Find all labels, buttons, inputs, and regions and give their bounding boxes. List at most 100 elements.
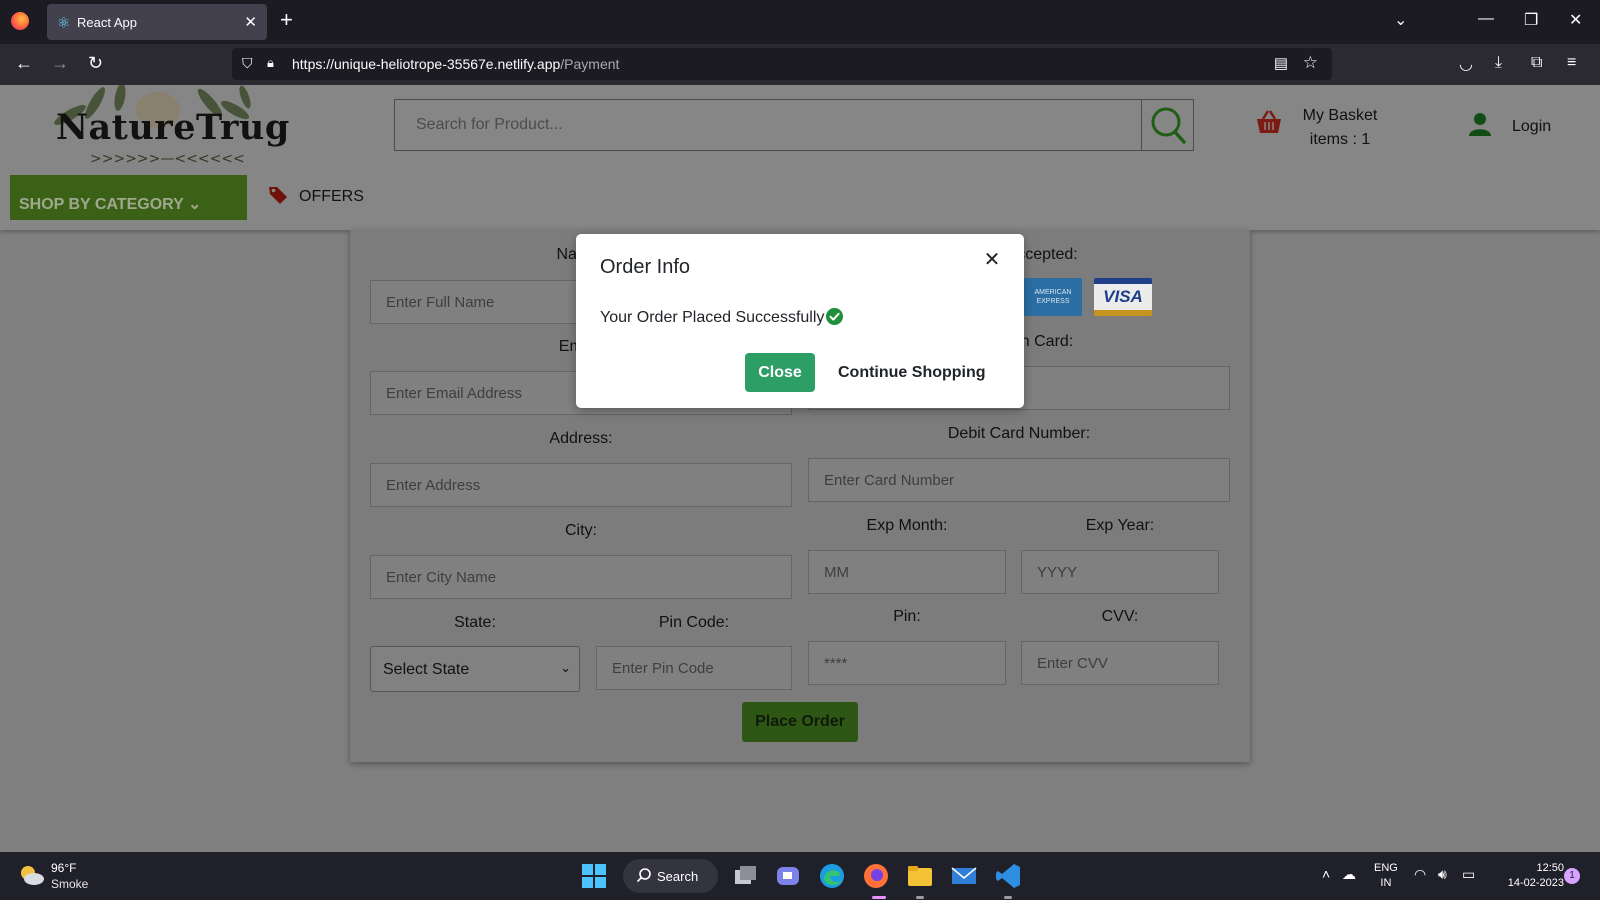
close-window-icon[interactable]: ✕ bbox=[1569, 10, 1582, 30]
address-label: Address: bbox=[549, 430, 613, 447]
search-icon bbox=[1151, 107, 1186, 144]
pocket-icon[interactable]: ◡ bbox=[1459, 54, 1473, 74]
order-info-modal: Order Info ✕ Your Order Placed Successfu… bbox=[576, 234, 1024, 408]
downloads-icon[interactable]: ⤓ bbox=[1495, 54, 1502, 72]
running-app-indicator bbox=[1004, 896, 1012, 899]
address-input[interactable]: Enter Address bbox=[370, 463, 792, 507]
volume-icon[interactable]: 🔊︎ bbox=[1438, 866, 1447, 883]
pin-code-label: Pin Code: bbox=[658, 614, 730, 631]
login-link[interactable]: Login bbox=[1512, 118, 1551, 136]
weather-temperature[interactable]: 96°F bbox=[51, 861, 76, 875]
task-view-icon[interactable] bbox=[731, 862, 759, 890]
back-icon[interactable]: ← bbox=[15, 53, 33, 74]
mail-icon[interactable] bbox=[950, 862, 978, 890]
shield-icon[interactable]: ⛉ bbox=[242, 55, 253, 72]
close-tab-icon[interactable]: ✕ bbox=[244, 13, 257, 31]
state-select[interactable]: Select State ⌄ bbox=[370, 646, 580, 692]
state-label: State: bbox=[454, 614, 496, 631]
language-indicator[interactable]: ENG IN bbox=[1374, 861, 1398, 891]
tag-icon bbox=[269, 187, 287, 204]
continue-shopping-button[interactable]: Continue Shopping bbox=[838, 353, 986, 392]
basket-label: My Basket bbox=[1302, 107, 1378, 124]
modal-message: Your Order Placed Successfully bbox=[600, 308, 844, 327]
exp-year-label: Exp Year: bbox=[1085, 517, 1155, 534]
chevron-down-icon: ⌄ bbox=[560, 660, 571, 675]
logo-text: NatureTrug bbox=[56, 107, 290, 148]
site-header: >>>>>>—<<<<<< NatureTrug My Basket items… bbox=[0, 85, 1600, 230]
offers-label: OFFERS bbox=[299, 188, 364, 205]
exp-year-input[interactable]: YYYY bbox=[1021, 550, 1219, 594]
chevron-down-icon: ⌄ bbox=[187, 195, 202, 213]
reload-icon[interactable]: ↻ bbox=[88, 53, 103, 74]
site-logo[interactable]: >>>>>>—<<<<<< NatureTrug bbox=[40, 85, 289, 170]
address-bar[interactable]: ⛉ 🔒︎ https://unique-heliotrope-35567e.ne… bbox=[232, 48, 1332, 80]
forward-icon[interactable]: → bbox=[51, 53, 69, 74]
page-content: >>>>>>—<<<<<< NatureTrug My Basket items… bbox=[0, 85, 1600, 852]
show-hidden-icons-icon[interactable]: ˄ bbox=[1322, 866, 1330, 882]
state-select-value: Select State bbox=[383, 661, 470, 678]
check-circle-icon bbox=[826, 308, 844, 325]
wifi-icon[interactable]: ◠ bbox=[1414, 866, 1426, 883]
vscode-icon[interactable] bbox=[994, 862, 1022, 890]
restore-icon[interactable]: ❐ bbox=[1524, 10, 1538, 30]
firefox-icon[interactable] bbox=[11, 12, 29, 30]
reader-view-icon[interactable]: ▤ bbox=[1274, 54, 1288, 72]
user-icon[interactable] bbox=[1469, 112, 1491, 136]
system-clock[interactable]: 12:50 14-02-2023 bbox=[1494, 861, 1564, 891]
teams-chat-icon[interactable] bbox=[774, 862, 802, 890]
url-text[interactable]: https://unique-heliotrope-35567e.netlify… bbox=[292, 56, 619, 72]
shop-by-category-button[interactable]: SHOP BY CATEGORY ⌄ bbox=[10, 175, 247, 220]
place-order-button[interactable]: Place Order bbox=[742, 702, 858, 742]
running-app-indicator bbox=[916, 896, 924, 899]
search-button[interactable] bbox=[1141, 100, 1193, 150]
cvv-label: CVV: bbox=[1101, 608, 1139, 625]
active-app-indicator bbox=[872, 896, 886, 899]
extensions-icon[interactable]: ⧉ bbox=[1531, 54, 1542, 72]
windows-start-icon[interactable] bbox=[580, 862, 608, 890]
amex-card-logo: AMERICAN EXPRESS bbox=[1024, 278, 1082, 316]
pin-code-input[interactable]: Enter Pin Code bbox=[596, 646, 792, 690]
notification-badge[interactable]: 1 bbox=[1564, 868, 1580, 884]
edge-icon[interactable] bbox=[818, 862, 846, 890]
exp-month-input[interactable]: MM bbox=[808, 550, 1006, 594]
modal-message-text: Your Order Placed Successfully bbox=[600, 309, 825, 326]
minimize-icon[interactable]: — bbox=[1478, 10, 1494, 28]
modal-title: Order Info bbox=[600, 256, 691, 278]
svg-text:>>>>>>—<<<<<<: >>>>>>—<<<<<< bbox=[90, 151, 245, 167]
file-explorer-icon[interactable] bbox=[906, 862, 934, 890]
search-icon bbox=[636, 868, 651, 883]
react-icon: ⚛ bbox=[57, 15, 71, 32]
bookmark-star-icon[interactable]: ☆ bbox=[1303, 53, 1318, 73]
close-icon[interactable]: ✕ bbox=[980, 248, 1004, 272]
pin-input[interactable]: **** bbox=[808, 641, 1006, 685]
list-tabs-icon[interactable]: ⌄ bbox=[1394, 10, 1407, 30]
city-input[interactable]: Enter City Name bbox=[370, 555, 792, 599]
basket-items-count: items : 1 bbox=[1309, 131, 1371, 148]
search-input[interactable] bbox=[395, 100, 1143, 150]
tab-title: React App bbox=[77, 15, 137, 30]
menu-icon[interactable]: ≡ bbox=[1567, 54, 1576, 72]
visa-card-logo: VISA bbox=[1094, 278, 1152, 316]
lock-icon[interactable]: 🔒︎ bbox=[267, 55, 274, 71]
close-button[interactable]: Close bbox=[745, 353, 815, 392]
basket-icon[interactable] bbox=[1254, 107, 1284, 137]
cvv-input[interactable]: Enter CVV bbox=[1021, 641, 1219, 685]
pin-label: Pin: bbox=[893, 608, 921, 625]
browser-tab[interactable]: ⚛ React App ✕ bbox=[47, 4, 267, 40]
basket-link[interactable]: My Basket items : 1 bbox=[1290, 104, 1390, 152]
taskbar-search[interactable]: Search bbox=[623, 859, 718, 893]
taskbar-search-label: Search bbox=[657, 869, 699, 884]
card-number-input[interactable]: Enter Card Number bbox=[808, 458, 1230, 502]
browser-tab-strip: ⚛ React App ✕ + ⌄ — ❐ ✕ bbox=[0, 0, 1600, 44]
battery-icon[interactable]: ▭ bbox=[1462, 866, 1475, 883]
browser-navigation-bar: ← → ↻ ⛉ 🔒︎ https://unique-heliotrope-355… bbox=[0, 44, 1600, 85]
onedrive-icon[interactable]: ☁ bbox=[1342, 866, 1356, 883]
firefox-taskbar-icon[interactable] bbox=[862, 862, 890, 890]
new-tab-icon[interactable]: + bbox=[280, 9, 293, 31]
exp-month-label: Exp Month: bbox=[866, 517, 948, 534]
weather-icon[interactable] bbox=[19, 864, 45, 886]
weather-description[interactable]: Smoke bbox=[51, 877, 88, 891]
card-number-label: Debit Card Number: bbox=[947, 425, 1091, 442]
search-bar bbox=[394, 99, 1194, 151]
taskbar: 96°F Smoke Search ˄ ☁ ENG IN ◠ 🔊︎ ▭ 12:5… bbox=[0, 852, 1600, 900]
